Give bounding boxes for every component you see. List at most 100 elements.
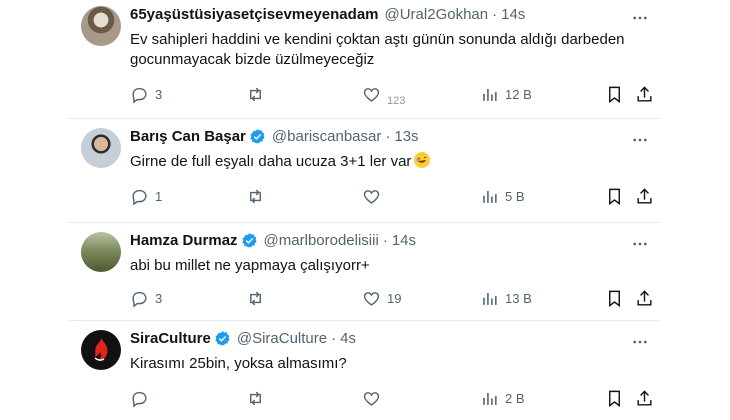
bookmark-icon <box>609 188 620 205</box>
avatar[interactable] <box>81 128 121 168</box>
like-button[interactable] <box>362 186 387 206</box>
views-button[interactable]: 2 B <box>480 388 525 408</box>
more-icon[interactable] <box>630 8 650 28</box>
tweet-actions: 3 19 13 B <box>130 288 652 308</box>
tweet-text: Girne de full eşyalı daha ucuza 3+1 ler … <box>130 153 412 170</box>
bookmark-button[interactable] <box>605 186 624 206</box>
bookmark-icon <box>609 290 620 307</box>
separator-dot: · <box>385 128 391 145</box>
retweet-icon <box>250 291 261 305</box>
share-icon <box>637 389 652 406</box>
retweet-icon <box>250 189 261 203</box>
tweet-actions: 1 5 B <box>130 186 652 206</box>
rolling-on-floor-laughing-emoji <box>414 152 431 168</box>
author-handle[interactable]: @SiraCulture <box>237 330 327 347</box>
bookmark-button[interactable] <box>605 288 624 308</box>
bookmark-icon <box>609 86 620 103</box>
author-handle[interactable]: @Ural2Gokhan <box>385 6 489 23</box>
reply-count: 1 <box>155 188 163 204</box>
bookmark-button[interactable] <box>605 84 624 104</box>
avatar[interactable] <box>81 6 121 46</box>
views-icon <box>483 190 497 203</box>
like-icon <box>363 391 380 406</box>
verified-badge-icon <box>215 331 230 346</box>
reply-icon <box>132 291 147 307</box>
separator-dot: · <box>492 6 498 23</box>
retweet-button[interactable] <box>246 288 271 308</box>
share-button[interactable] <box>635 288 654 308</box>
more-icon[interactable] <box>630 130 650 150</box>
tweet-feed: 65yaşüstüsiyasetçisevmeyenadam @Ural2Gok… <box>68 0 660 420</box>
timestamp[interactable]: 4s <box>340 330 356 347</box>
share-button[interactable] <box>635 84 654 104</box>
tweet[interactable]: SiraCulture @SiraCulture · 4s Kirasımı 2… <box>68 320 660 420</box>
views-button[interactable]: 12 B <box>480 84 532 104</box>
author-name[interactable]: 65yaşüstüsiyasetçisevmeyenadam <box>130 6 379 23</box>
like-button[interactable]: 19 <box>362 288 401 308</box>
like-count: 19 <box>387 290 402 306</box>
tweet-divider <box>68 118 660 119</box>
views-icon <box>483 392 497 405</box>
timestamp[interactable]: 14s <box>392 232 416 249</box>
views-icon <box>483 88 497 101</box>
views-button[interactable]: 5 B <box>480 186 525 206</box>
tweet-text: Ev sahipleri haddini ve kendini çoktan a… <box>130 31 625 68</box>
reply-button[interactable]: 3 <box>130 288 162 308</box>
bookmark-icon <box>609 390 620 407</box>
reply-count: 3 <box>155 290 163 306</box>
verified-badge-icon <box>250 129 265 144</box>
view-count: 5 B <box>505 188 525 204</box>
tweet-divider <box>68 222 660 223</box>
view-count: 13 B <box>505 290 532 306</box>
author-name[interactable]: Hamza Durmaz <box>130 232 238 249</box>
retweet-icon <box>250 87 261 101</box>
share-button[interactable] <box>635 388 654 408</box>
more-icon[interactable] <box>630 332 650 352</box>
separator-dot: · <box>331 330 337 347</box>
reply-count: 3 <box>155 86 163 102</box>
tweet[interactable]: Barış Can Başar @bariscanbasar · 13s Gir… <box>68 118 660 222</box>
like-icon <box>363 189 380 204</box>
retweet-icon <box>250 391 261 405</box>
like-button[interactable]: 123 <box>362 84 406 107</box>
like-icon <box>363 87 380 102</box>
tweet[interactable]: Hamza Durmaz @marlborodelisiii · 14s abi… <box>68 222 660 320</box>
share-icon <box>637 187 652 204</box>
share-button[interactable] <box>635 186 654 206</box>
author-handle[interactable]: @bariscanbasar <box>272 128 381 145</box>
separator-dot: · <box>382 232 388 249</box>
reply-icon <box>132 189 147 205</box>
reply-button[interactable]: 3 <box>130 84 162 104</box>
reply-button[interactable] <box>130 388 155 408</box>
retweet-button[interactable] <box>246 84 271 104</box>
view-count: 12 B <box>505 86 532 102</box>
reply-button[interactable]: 1 <box>130 186 162 206</box>
timestamp[interactable]: 13s <box>394 128 418 145</box>
author-handle[interactable]: @marlborodelisiii <box>264 232 379 249</box>
verified-badge-icon <box>241 233 257 248</box>
like-count: 123 <box>387 95 406 107</box>
share-icon <box>637 289 652 306</box>
timestamp[interactable]: 14s <box>501 6 525 23</box>
retweet-button[interactable] <box>246 388 271 408</box>
tweet[interactable]: 65yaşüstüsiyasetçisevmeyenadam @Ural2Gok… <box>68 0 660 118</box>
bookmark-button[interactable] <box>605 388 624 408</box>
tweet-text: abi bu millet ne yapmaya çalışıyorr+ <box>130 257 370 274</box>
tweet-actions: 2 B <box>130 388 652 408</box>
share-icon <box>637 85 652 102</box>
reply-icon <box>132 391 147 407</box>
avatar[interactable] <box>81 330 121 370</box>
views-button[interactable]: 13 B <box>480 288 532 308</box>
view-count: 2 B <box>505 390 525 406</box>
tweet-actions: 3 123 12 B <box>130 84 652 107</box>
views-icon <box>483 292 497 305</box>
tweet-text: Kirasımı 25bin, yoksa almasımı? <box>130 355 347 372</box>
retweet-button[interactable] <box>246 186 271 206</box>
more-icon[interactable] <box>630 234 650 254</box>
avatar[interactable] <box>81 232 121 272</box>
reply-icon <box>132 87 147 103</box>
author-name[interactable]: SiraCulture <box>130 330 211 347</box>
like-icon <box>363 291 380 306</box>
like-button[interactable] <box>362 388 387 408</box>
author-name[interactable]: Barış Can Başar <box>130 128 246 145</box>
